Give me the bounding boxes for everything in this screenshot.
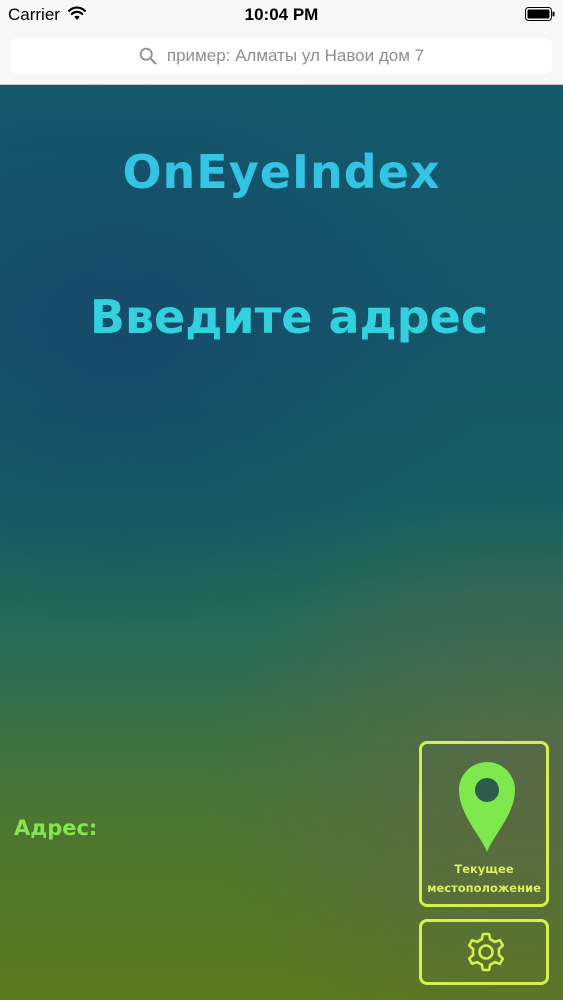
current-location-label-line1: Текущее <box>454 862 514 876</box>
search-input[interactable]: пример: Алматы ул Навои дом 7 <box>11 38 552 74</box>
settings-button[interactable] <box>419 919 549 985</box>
gear-icon <box>467 932 505 972</box>
prompt-heading: Введите адрес <box>89 290 489 344</box>
search-icon <box>139 47 157 65</box>
address-label: Адрес: <box>14 816 98 840</box>
battery-icon <box>525 7 555 21</box>
status-bar: Carrier 10:04 PM <box>0 0 563 28</box>
search-bar: пример: Алматы ул Навои дом 7 <box>0 28 563 85</box>
search-placeholder: пример: Алматы ул Навои дом 7 <box>166 46 425 65</box>
current-location-label: Текущее местоположение <box>422 860 546 898</box>
main-content: OnEyeIndex Введите адрес Адрес: Текущее … <box>0 85 563 1000</box>
app-title: OnEyeIndex <box>122 145 441 199</box>
clock: 10:04 PM <box>244 5 319 24</box>
map-pin-icon <box>459 762 515 852</box>
current-location-button[interactable]: Текущее местоположение <box>419 741 549 907</box>
current-location-label-line2: местоположение <box>427 881 541 895</box>
